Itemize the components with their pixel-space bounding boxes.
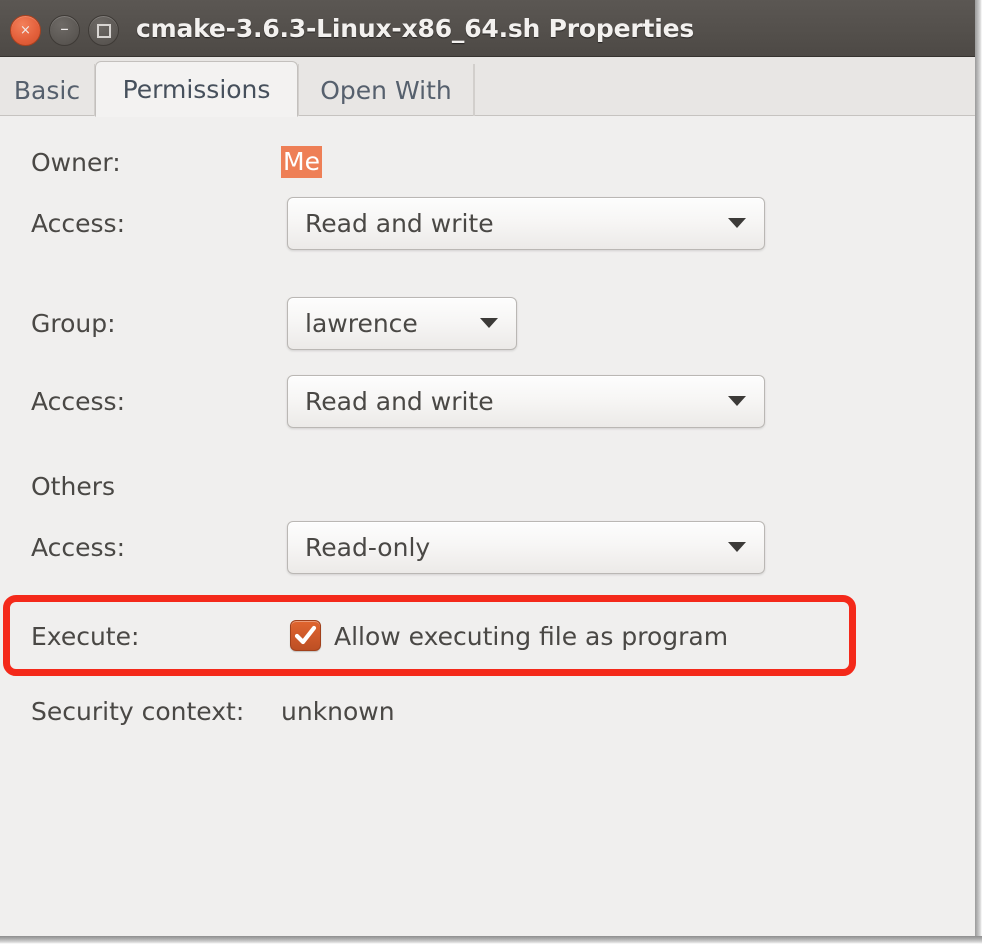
- security-context-value: unknown: [281, 696, 395, 726]
- group-access-label: Access:: [31, 386, 126, 416]
- security-context-row: Security context: unknown: [0, 687, 975, 735]
- group-access-value: Read and write: [305, 386, 494, 416]
- tab-open-with[interactable]: Open With: [298, 64, 474, 116]
- window-shadow-right: [975, 0, 982, 944]
- others-access-row: Access: Read-only: [0, 520, 975, 574]
- execute-label: Execute:: [31, 621, 140, 651]
- chevron-down-icon: [728, 218, 746, 228]
- owner-access-label: Access:: [31, 208, 126, 238]
- group-label: Group:: [31, 308, 116, 338]
- group-access-row: Access: Read and write: [0, 374, 975, 428]
- chevron-down-icon: [728, 542, 746, 552]
- chevron-down-icon: [728, 396, 746, 406]
- checkmark-icon: [294, 625, 317, 645]
- allow-execute-label[interactable]: Allow executing file as program: [334, 622, 728, 651]
- chevron-down-icon: [480, 318, 498, 328]
- tab-strip: Basic Permissions Open With: [0, 57, 975, 117]
- maximize-icon: [89, 16, 118, 45]
- close-button[interactable]: ×: [10, 15, 41, 46]
- maximize-button[interactable]: [88, 15, 119, 46]
- others-label: Others: [31, 471, 116, 501]
- window-shadow-bottom: [0, 936, 982, 944]
- tab-permissions[interactable]: Permissions: [95, 61, 298, 117]
- close-icon: ×: [20, 23, 31, 38]
- title-bar: × – cmake-3.6.3-Linux-x86_64.sh Properti…: [0, 0, 975, 57]
- tab-strip-divider: [474, 64, 475, 116]
- group-row: Group: lawrence: [0, 296, 975, 350]
- security-context-label: Security context:: [31, 696, 245, 726]
- permissions-panel: Owner: Me Access: Read and write Group: …: [0, 116, 975, 936]
- owner-access-dropdown[interactable]: Read and write: [287, 196, 765, 250]
- tab-basic[interactable]: Basic: [0, 64, 95, 116]
- group-dropdown[interactable]: lawrence: [287, 296, 517, 350]
- window-title: cmake-3.6.3-Linux-x86_64.sh Properties: [136, 14, 695, 43]
- window-controls: × –: [10, 15, 119, 46]
- properties-window: × – cmake-3.6.3-Linux-x86_64.sh Properti…: [0, 0, 975, 936]
- others-access-dropdown[interactable]: Read-only: [287, 520, 765, 574]
- owner-label: Owner:: [31, 147, 121, 177]
- others-row: Others: [0, 462, 975, 510]
- owner-access-value: Read and write: [305, 208, 494, 238]
- minimize-button[interactable]: –: [49, 15, 80, 46]
- execute-row: Execute: Allow executing file as program: [0, 612, 975, 660]
- others-access-value: Read-only: [305, 532, 431, 562]
- group-access-dropdown[interactable]: Read and write: [287, 374, 765, 428]
- owner-access-row: Access: Read and write: [0, 196, 975, 250]
- owner-row: Owner: Me: [0, 138, 975, 186]
- owner-value[interactable]: Me: [281, 146, 322, 178]
- allow-execute-checkbox[interactable]: [290, 620, 321, 651]
- group-value: lawrence: [305, 308, 418, 338]
- others-access-label: Access:: [31, 532, 126, 562]
- minimize-icon: –: [60, 19, 69, 39]
